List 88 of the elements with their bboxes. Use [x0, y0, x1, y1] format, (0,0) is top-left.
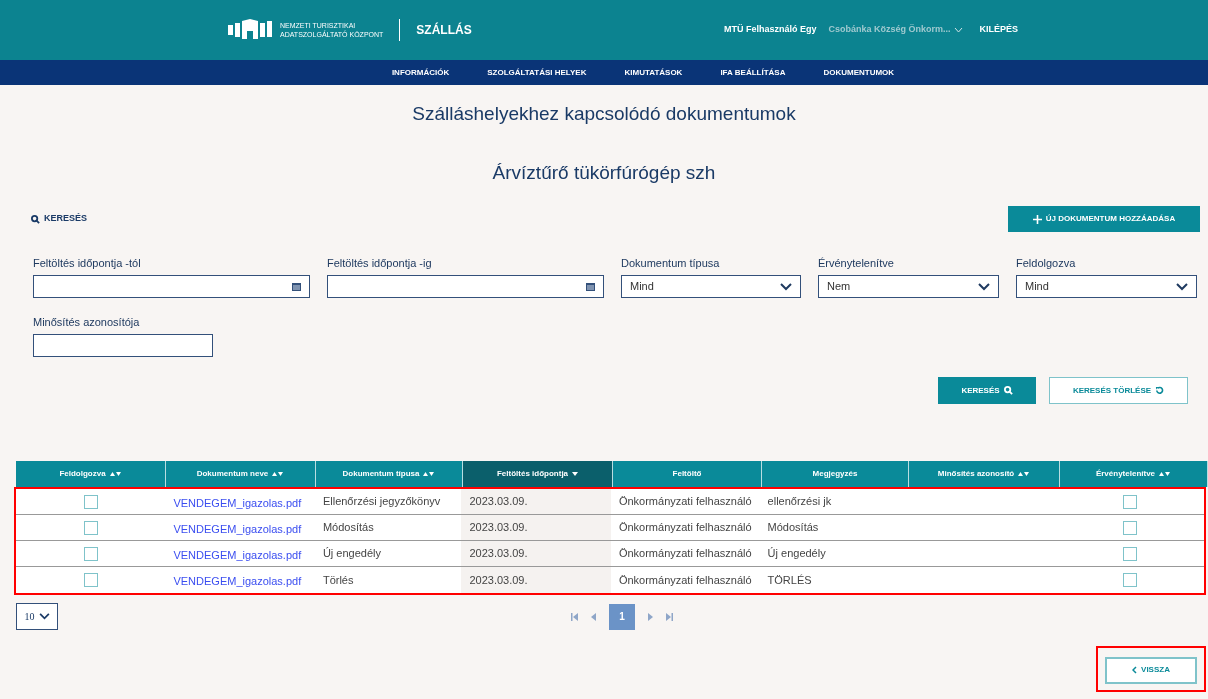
table-cell: Új engedély: [322, 547, 381, 560]
column-header[interactable]: Minősítés azonosító: [909, 461, 1060, 487]
table-cell: Önkormányzati felhasználó: [618, 547, 752, 560]
file-link[interactable]: VENDEGEM_igazolas.pdf: [173, 496, 302, 509]
chevron-down-icon: [1176, 282, 1188, 291]
sort-icon[interactable]: [423, 471, 436, 477]
checkbox[interactable]: [83, 573, 98, 587]
page-subtitle: Árvíztűrő tükörfúrógép szh: [492, 160, 716, 185]
page-title: Szálláshelyekhez kapcsolódó dokumentumok: [412, 102, 796, 126]
field-label: Feltöltés időpontja -tól: [33, 256, 142, 269]
checkbox[interactable]: [1123, 546, 1138, 561]
field-label: Feltöltés időpontja -ig: [327, 256, 433, 269]
first-page-icon[interactable]: [571, 612, 578, 621]
nav-tab[interactable]: INFORMÁCIÓK: [391, 66, 450, 79]
table-cell: Törlés: [322, 573, 354, 586]
field-label: Minősítés azonosítója: [33, 315, 141, 328]
previous-page-icon[interactable]: [591, 612, 596, 621]
plus-icon: [1032, 214, 1042, 224]
sort-icon[interactable]: [1018, 471, 1031, 477]
column-header[interactable]: Feldolgozva: [16, 461, 166, 487]
column-header[interactable]: Érvénytelenítve: [1060, 461, 1208, 487]
table-cell: ellenőrzési jk: [767, 495, 832, 508]
chevron-down-icon: [38, 613, 50, 620]
checkbox[interactable]: [83, 494, 98, 509]
nav-tab[interactable]: KIMUTATÁSOK: [624, 66, 683, 79]
search-icon: [1003, 386, 1013, 395]
dropdown[interactable]: Mind: [1016, 275, 1197, 298]
table-cell-text: 2023.03.09.: [469, 546, 528, 562]
table-cell-text: 2023.03.09.: [469, 520, 528, 536]
last-page-icon[interactable]: [666, 612, 673, 621]
table-cell: TÖRLÉS: [767, 573, 812, 586]
next-page-icon[interactable]: [648, 612, 653, 621]
chevron-down-icon: [978, 282, 990, 291]
table-cell: Önkormányzati felhasználó: [618, 495, 752, 508]
field-label: Dokumentum típusa: [621, 256, 721, 269]
column-header[interactable]: Feltöltő: [613, 461, 762, 487]
add-document-button[interactable]: ÚJ DOKUMENTUM HOZZÁADÁSA: [1008, 206, 1200, 232]
table-cell: Módosítás: [767, 521, 819, 534]
search-icon: [31, 214, 40, 224]
file-link[interactable]: VENDEGEM_igazolas.pdf: [173, 522, 302, 535]
table-cell: Új engedély: [767, 547, 826, 560]
reset-icon: [1155, 386, 1165, 395]
user-name: MTÜ Felhasználó Egy: [723, 23, 817, 37]
chevron-left-icon: [1132, 666, 1138, 674]
dropdown[interactable]: Nem: [818, 275, 999, 298]
page-number[interactable]: 1: [609, 603, 635, 630]
checkbox[interactable]: [83, 520, 98, 535]
column-header[interactable]: Megjegyzés: [762, 461, 909, 487]
table-cell: Módosítás: [322, 521, 374, 534]
sort-icon[interactable]: [109, 471, 122, 477]
dropdown[interactable]: Mind: [621, 275, 801, 298]
field-label: Érvénytelenítve: [818, 256, 895, 269]
nav-tab[interactable]: SZOLGÁLTATÁSI HELYEK: [487, 66, 587, 79]
table-cell: Önkormányzati felhasználó: [618, 573, 752, 586]
clear-search-button[interactable]: KERESÉS TÖRLÉSE: [1049, 377, 1188, 404]
back-button[interactable]: VISSZA: [1105, 656, 1197, 684]
sort-down-icon[interactable]: [572, 471, 579, 477]
chevron-down-icon: [954, 27, 964, 33]
checkbox[interactable]: [1123, 520, 1138, 535]
field-label: Feldolgozva: [1016, 256, 1077, 269]
sort-icon[interactable]: [1159, 471, 1172, 477]
file-link[interactable]: VENDEGEM_igazolas.pdf: [173, 575, 302, 587]
input-field[interactable]: [33, 334, 213, 357]
column-header[interactable]: Dokumentum neve: [166, 461, 316, 487]
table-cell-text: 2023.03.09.: [469, 572, 528, 588]
nav-tab[interactable]: IFA BEÁLLÍTÁSA: [720, 66, 786, 79]
table-cell: Ellenőrzési jegyzőkönyv: [322, 495, 441, 508]
nav-tab[interactable]: DOKUMENTUMOK: [823, 66, 895, 79]
search-toggle[interactable]: KERESÉS: [31, 212, 87, 226]
date-field[interactable]: [33, 275, 310, 298]
checkbox[interactable]: [1123, 494, 1138, 509]
table-cell: Önkormányzati felhasználó: [618, 521, 752, 534]
file-link[interactable]: VENDEGEM_igazolas.pdf: [173, 548, 302, 561]
checkbox[interactable]: [83, 546, 98, 561]
sort-icon[interactable]: [272, 471, 285, 477]
calendar-icon: [292, 282, 301, 291]
table-cell-text: 2023.03.09.: [469, 494, 528, 510]
date-field[interactable]: [327, 275, 604, 298]
calendar-icon: [586, 282, 595, 291]
page-size-select[interactable]: 10: [16, 603, 58, 630]
chevron-down-icon: [780, 282, 792, 291]
search-button[interactable]: KERESÉS: [938, 377, 1036, 404]
app-title: SZÁLLÁS: [416, 21, 472, 39]
logout-link[interactable]: KILÉPÉS: [979, 23, 1018, 37]
logo-icon: [228, 19, 272, 41]
checkbox[interactable]: [1123, 573, 1138, 587]
column-header[interactable]: Feltöltés időpontja: [463, 461, 613, 487]
column-header[interactable]: Dokumentum típusa: [316, 461, 463, 487]
